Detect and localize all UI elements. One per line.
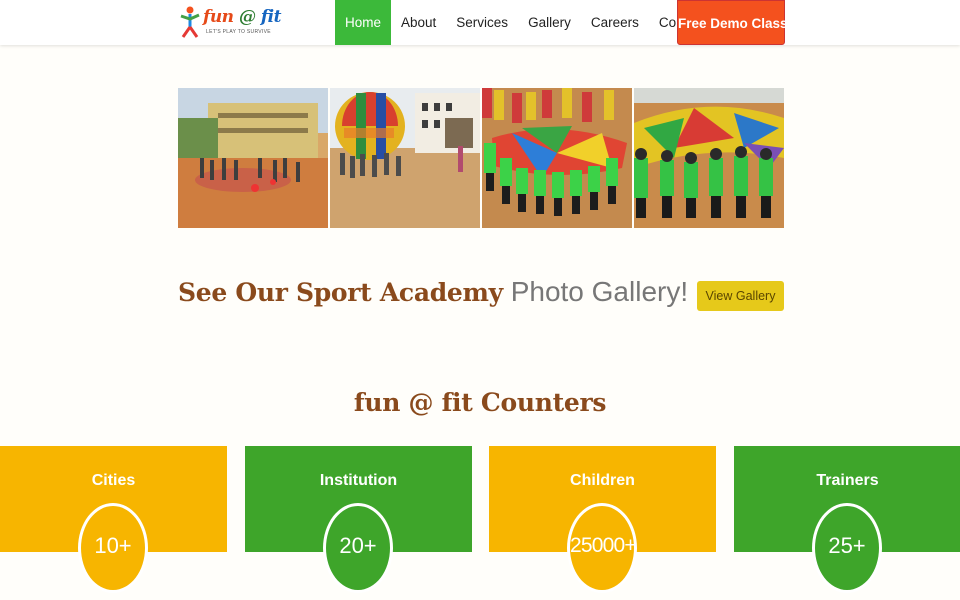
counter-value: 20+ — [323, 503, 393, 593]
logo-text: fun @ fit — [203, 7, 281, 27]
counter-value: 10+ — [78, 503, 148, 593]
logo-figure-icon — [180, 6, 200, 38]
gallery-headline: See Our Sport Academy Photo Gallery! — [178, 276, 688, 308]
nav-careers[interactable]: Careers — [581, 0, 649, 45]
gallery-photo-image — [178, 88, 328, 228]
photo-strip — [178, 88, 784, 228]
logo-tagline: LET'S PLAY TO SURVIVE — [206, 29, 271, 35]
gallery-headline-strong: See Our Sport Academy — [178, 278, 503, 307]
nav-about[interactable]: About — [391, 0, 446, 45]
view-gallery-button[interactable]: View Gallery — [697, 281, 784, 311]
gallery-photo-image — [330, 88, 480, 228]
gallery-photo-image — [482, 88, 632, 228]
counter-value: 25000+ — [567, 503, 637, 593]
counter-label: Trainers — [816, 472, 879, 489]
counter-label: Cities — [91, 472, 136, 489]
gallery-photo[interactable] — [178, 88, 328, 228]
free-demo-class-button[interactable]: Free Demo Class — [677, 0, 788, 45]
gallery-headline-light: Photo Gallery! — [502, 276, 689, 307]
gallery-photo[interactable] — [634, 88, 784, 228]
counter-label: Institution — [319, 472, 398, 489]
main-nav: Home About Services Gallery Careers Cont… — [335, 0, 715, 45]
counter-label: Children — [570, 472, 635, 489]
gallery-photo[interactable] — [330, 88, 480, 228]
counter-card-cities: Cities 10+ — [0, 446, 227, 593]
counter-card-trainers: Trainers 25+ — [734, 446, 960, 593]
counter-card-institution: Institution 20+ — [245, 446, 472, 593]
top-navbar: fun @ fit LET'S PLAY TO SURVIVE Home Abo… — [0, 0, 960, 45]
logo[interactable]: fun @ fit LET'S PLAY TO SURVIVE — [178, 5, 281, 39]
nav-gallery[interactable]: Gallery — [518, 0, 581, 45]
gallery-photo-image — [634, 88, 784, 228]
nav-services[interactable]: Services — [446, 0, 518, 45]
counter-value: 25+ — [812, 503, 882, 593]
counter-card-children: Children 25000+ — [489, 446, 716, 593]
counters-title: fun @ fit Counters — [353, 388, 607, 417]
nav-home[interactable]: Home — [335, 0, 392, 45]
gallery-photo[interactable] — [482, 88, 632, 228]
